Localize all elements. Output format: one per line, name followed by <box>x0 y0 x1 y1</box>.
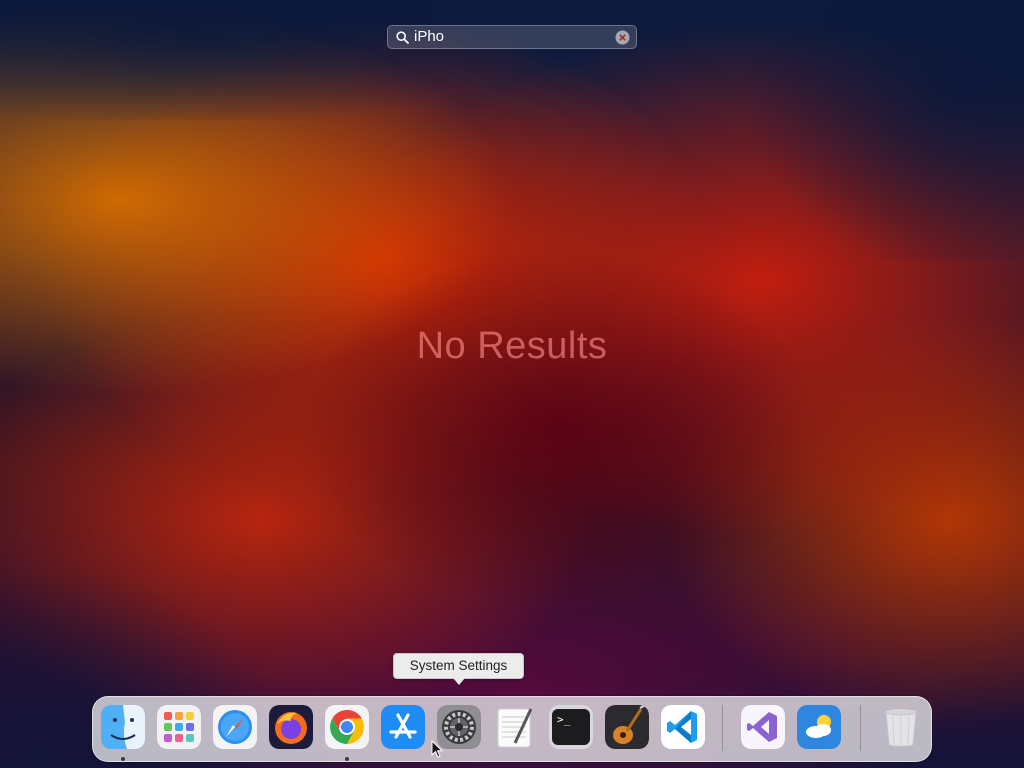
app-store-icon[interactable] <box>381 705 425 749</box>
running-indicator <box>121 757 125 761</box>
no-results-message: No Results <box>416 325 608 367</box>
running-indicator <box>345 757 349 761</box>
dock-tooltip: System Settings <box>393 653 524 679</box>
textedit-icon[interactable] <box>493 705 537 749</box>
tooltip-arrow <box>453 678 465 685</box>
terminal-icon[interactable]: >_ <box>549 705 593 749</box>
clear-x-icon[interactable] <box>614 29 630 45</box>
dock-separator <box>860 705 861 751</box>
finder-icon[interactable] <box>101 705 145 749</box>
guitar-icon[interactable] <box>605 705 649 749</box>
weather-icon[interactable] <box>797 705 841 749</box>
trash-icon[interactable] <box>879 705 923 749</box>
magnifying-glass-icon <box>394 29 410 45</box>
launchpad-search-field[interactable]: iPho <box>387 25 637 49</box>
search-input[interactable]: iPho <box>414 26 614 48</box>
safari-compass-icon[interactable] <box>213 705 257 749</box>
wallpaper-shade <box>0 0 520 120</box>
vscode-icon[interactable] <box>661 705 705 749</box>
launchpad-icon[interactable] <box>157 705 201 749</box>
chrome-icon[interactable] <box>325 705 369 749</box>
dock-separator <box>722 705 723 751</box>
visual-studio-icon[interactable] <box>741 705 785 749</box>
firefox-icon[interactable] <box>269 705 313 749</box>
svg-text:>_: >_ <box>557 713 571 726</box>
wallpaper-shade <box>664 0 1024 260</box>
gear-icon[interactable] <box>437 705 481 749</box>
